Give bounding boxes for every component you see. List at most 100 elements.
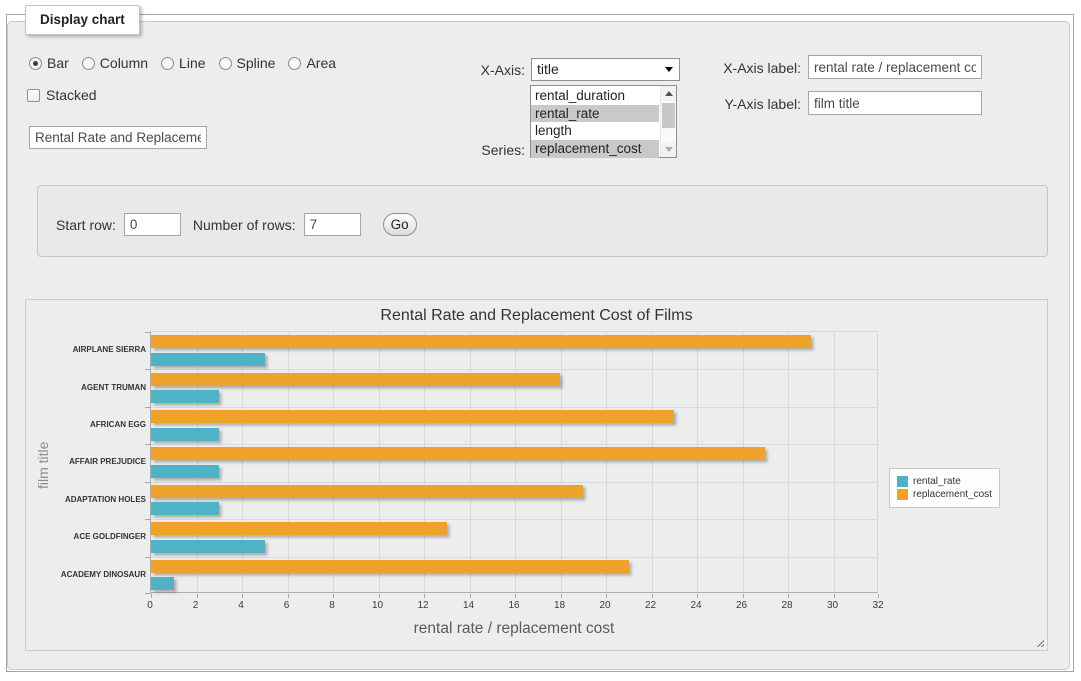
stacked-label: Stacked [46,87,97,103]
gridline [515,332,516,592]
series-option-rental_duration[interactable]: rental_duration [531,87,659,105]
gridline [288,332,289,592]
bar-replacement_cost [151,485,583,498]
gridline [151,557,877,558]
category-label: ACE GOLDFINGER [34,518,146,555]
legend-swatch-icon [897,489,908,500]
scrollbar-down-button[interactable] [661,142,676,157]
x-tick-mark [606,594,607,598]
gridline [333,332,334,592]
chart-title: Rental Rate and Replacement Cost of Film… [26,307,1047,325]
bar-replacement_cost [151,522,447,535]
bar-rental_rate [151,353,265,366]
chart-type-radio-group: Bar Column Line Spline Area [29,55,336,71]
chart-type-radio-area[interactable]: Area [288,55,336,71]
legend-item-replacement_cost[interactable]: replacement_cost [897,489,992,500]
bar-rental_rate [151,540,265,553]
x-axis-select-label: X-Axis: [400,62,525,78]
series-option-rental_rate[interactable]: rental_rate [531,105,659,123]
x-tick-label: 28 [774,600,800,611]
start-row-label: Start row: [56,217,116,233]
bar-replacement_cost [151,335,811,348]
bar-rental_rate [151,465,219,478]
chart-type-radio-line[interactable]: Line [161,55,205,71]
chart-type-radio-label: Area [306,55,336,71]
bar-replacement_cost [151,410,674,423]
chart-type-radio-label: Bar [47,55,69,71]
legend-label: rental_rate [913,476,961,487]
x-tick-label: 2 [183,600,209,611]
gridline [151,482,877,483]
x-axis-title: rental rate / replacement cost [150,620,878,638]
bar-rental_rate [151,502,219,515]
series-option-replacement_cost[interactable]: replacement_cost [531,140,659,158]
x-tick-mark [333,594,334,598]
category-label: AIRPLANE SIERRA [34,331,146,368]
series-multiselect[interactable]: rental_durationrental_ratelengthreplacem… [530,85,677,158]
radio-icon [219,57,232,70]
chart-type-radio-spline[interactable]: Spline [219,55,276,71]
radio-icon [161,57,174,70]
chart-type-radio-bar[interactable]: Bar [29,55,69,71]
x-tick-label: 4 [228,600,254,611]
gridline [151,519,877,520]
gridline [606,332,607,592]
x-tick-mark [652,594,653,598]
y-axis-label-input[interactable] [808,91,982,115]
x-tick-label: 24 [683,600,709,611]
chart-title-input[interactable] [29,126,207,149]
series-option-length[interactable]: length [531,122,659,140]
x-tick-label: 22 [638,600,664,611]
x-axis-select[interactable]: title [531,58,680,81]
gridline [470,332,471,592]
gridline [151,369,877,370]
go-button[interactable]: Go [383,213,417,236]
bar-rental_rate [151,390,219,403]
x-axis-label-field-label: X-Axis label: [672,60,801,76]
x-tick-label: 32 [865,600,891,611]
gridline [151,407,877,408]
gridline [834,332,835,592]
num-rows-label: Number of rows: [193,217,296,233]
radio-icon [29,57,42,70]
x-axis-select-value: title [537,61,559,77]
start-row-input[interactable] [124,213,181,236]
legend-item-rental_rate[interactable]: rental_rate [897,476,992,487]
scroll-down-icon [665,147,673,152]
x-tick-mark [515,594,516,598]
x-tick-mark [379,594,380,598]
gridline [151,444,877,445]
category-label: AGENT TRUMAN [34,368,146,405]
x-tick-mark [470,594,471,598]
stacked-checkbox[interactable] [27,89,40,102]
y-tick-mark [145,482,151,483]
chart-type-radio-label: Line [179,55,205,71]
x-tick-label: 8 [319,600,345,611]
x-tick-label: 14 [456,600,482,611]
x-tick-label: 16 [501,600,527,611]
num-rows-input[interactable] [304,213,361,236]
x-tick-label: 12 [410,600,436,611]
x-tick-label: 30 [820,600,846,611]
gridline [197,332,198,592]
page: Display chart BarColumnLineSplineArea St… [0,0,1081,681]
plot-area [150,331,878,593]
legend-label: replacement_cost [913,489,992,500]
y-tick-mark [145,557,151,558]
y-tick-mark [145,519,151,520]
resize-handle-icon[interactable] [1034,637,1044,647]
bar-rental_rate [151,577,174,590]
x-tick-mark [788,594,789,598]
gridline [561,332,562,592]
bar-rental_rate [151,428,219,441]
x-tick-mark [197,594,198,598]
y-tick-mark [145,593,151,594]
x-axis-label-input[interactable] [808,55,982,79]
chart-container: Rental Rate and Replacement Cost of Film… [25,299,1048,651]
x-tick-label: 20 [592,600,618,611]
gridline [242,332,243,592]
y-axis-title: film title [34,410,52,520]
chart-type-radio-column[interactable]: Column [82,55,148,71]
bar-replacement_cost [151,373,560,386]
legend-swatch-icon [897,476,908,487]
